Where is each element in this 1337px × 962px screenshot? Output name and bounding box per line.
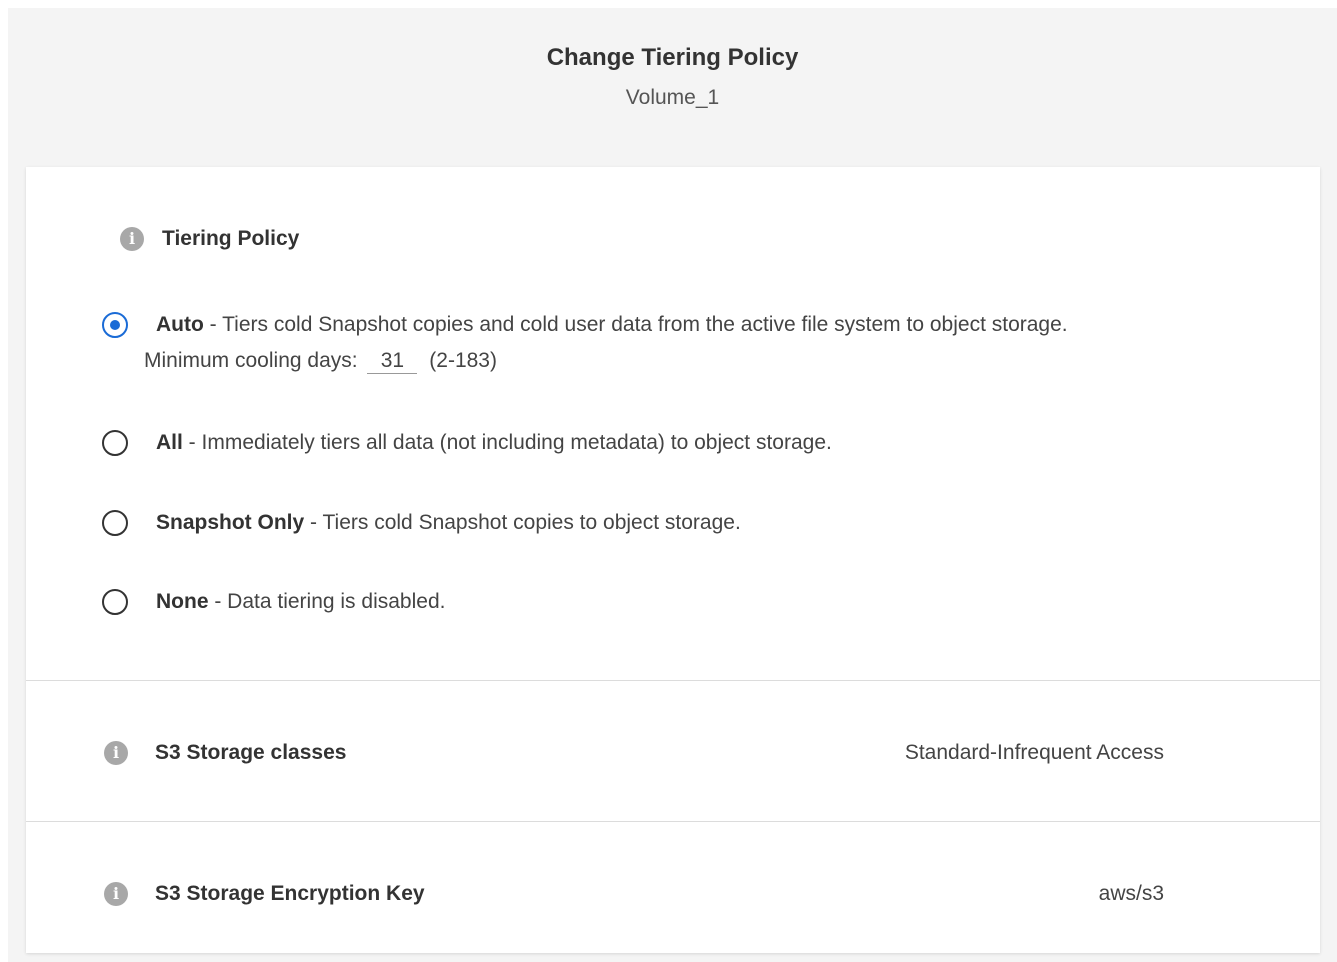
encryption-key-label: S3 Storage Encryption Key <box>155 882 425 905</box>
divider <box>26 680 1320 681</box>
option-snapshot-only-text: Snapshot Only - Tiers cold Snapshot copi… <box>156 509 741 537</box>
option-all-name: All <box>156 431 183 454</box>
cooling-days-label: Minimum cooling days: <box>144 349 358 372</box>
settings-card: i Tiering Policy Auto - Tiers cold Snaps… <box>26 167 1320 953</box>
divider <box>26 821 1320 822</box>
change-tiering-policy-dialog: Change Tiering Policy Volume_1 i Tiering… <box>8 8 1337 962</box>
info-icon[interactable]: i <box>120 227 144 251</box>
cooling-days-input[interactable] <box>367 349 418 374</box>
option-auto-description: Tiers cold Snapshot copies and cold user… <box>222 313 1068 336</box>
radio-all[interactable] <box>102 430 128 456</box>
encryption-key-value: aws/s3 <box>1098 882 1164 905</box>
storage-class-value: Standard-Infrequent Access <box>904 741 1164 764</box>
option-all-description: Immediately tiers all data (not includin… <box>201 431 832 454</box>
option-all-text: All - Immediately tiers all data (not in… <box>156 429 832 457</box>
storage-class-label: S3 Storage classes <box>155 741 347 764</box>
option-auto-separator: - <box>203 313 223 336</box>
option-none-description: Data tiering is disabled. <box>227 590 446 613</box>
dialog-title: Change Tiering Policy <box>546 44 799 71</box>
info-icon[interactable]: i <box>104 882 128 906</box>
volume-name: Volume_1 <box>625 86 720 109</box>
option-all-separator: - <box>182 431 202 454</box>
dialog-header: Change Tiering Policy Volume_1 <box>8 8 1337 158</box>
radio-auto[interactable] <box>102 312 128 338</box>
option-none-name: None <box>156 590 209 613</box>
info-icon[interactable]: i <box>104 741 128 765</box>
radio-snapshot-only[interactable] <box>102 510 128 536</box>
option-auto-name: Auto <box>156 313 204 336</box>
option-snapshot-only-description: Tiers cold Snapshot copies to object sto… <box>322 511 741 534</box>
option-auto-text: Auto - Tiers cold Snapshot copies and co… <box>156 311 1068 339</box>
cooling-days-range: (2-183) <box>429 349 497 372</box>
option-none-text: None - Data tiering is disabled. <box>156 588 445 616</box>
option-snapshot-only-separator: - <box>304 511 323 534</box>
radio-none[interactable] <box>102 589 128 615</box>
option-none-separator: - <box>208 590 228 613</box>
minimum-cooling-days: Minimum cooling days: (2-183) <box>144 347 497 375</box>
option-snapshot-only-name: Snapshot Only <box>156 511 305 534</box>
tiering-policy-label: Tiering Policy <box>162 227 300 250</box>
